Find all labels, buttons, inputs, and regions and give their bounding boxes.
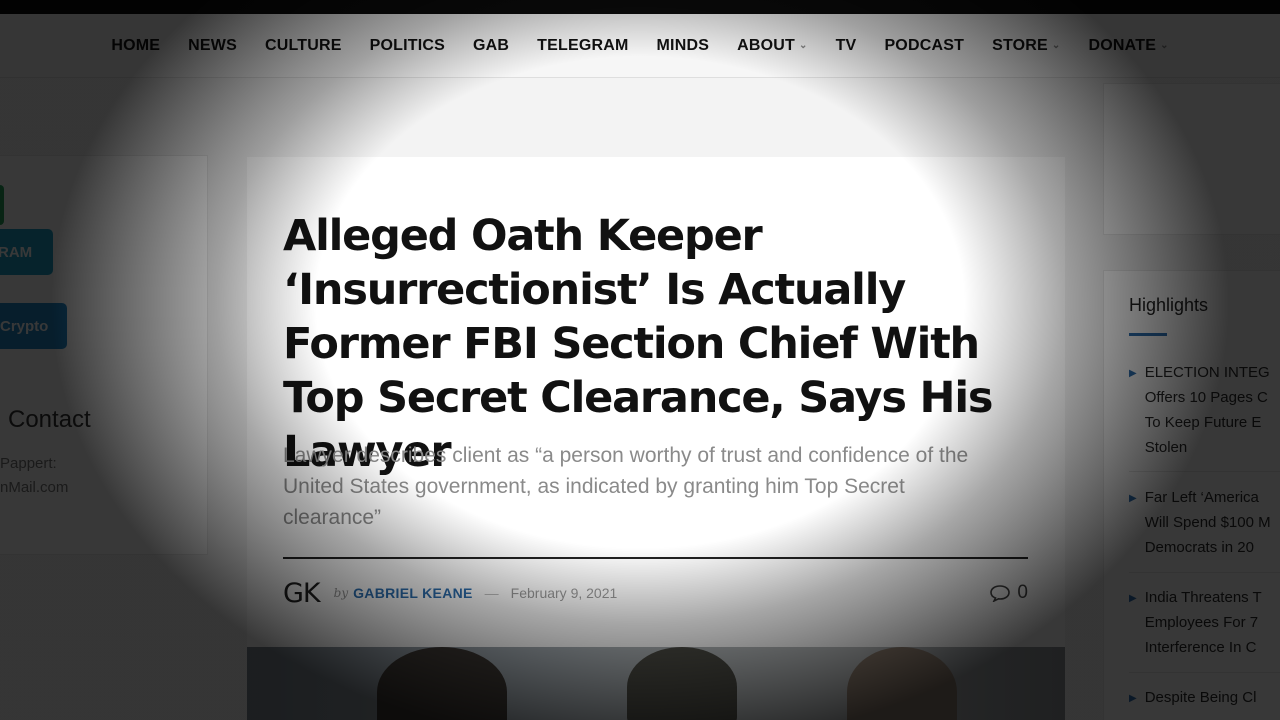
telegram-button[interactable]: RAM (0, 229, 53, 275)
article-hero-image (247, 647, 1065, 720)
nav-item-home[interactable]: HOME (111, 37, 160, 55)
hero-figure (627, 647, 737, 720)
highlight-line: Offers 10 Pages C (1144, 389, 1268, 406)
nav-label: TELEGRAM (537, 36, 629, 54)
meta-divider (283, 557, 1028, 559)
nav-label: TV (835, 36, 857, 54)
nav-item-culture[interactable]: CULTURE (265, 37, 342, 55)
highlight-item[interactable]: ▶ Far Left ‘America Will Spend $100 M De… (1129, 485, 1280, 560)
nav-item-podcast[interactable]: PODCAST (884, 37, 964, 55)
nav-item-tv[interactable]: TV (836, 37, 857, 55)
highlight-line: Far Left ‘America (1144, 489, 1259, 506)
highlight-separator (1129, 572, 1280, 573)
nav-label: NEWS (188, 36, 237, 54)
highlight-line: Stolen (1144, 439, 1188, 456)
nav-item-gab[interactable]: GAB (473, 37, 509, 55)
contact-email[interactable]: nMail.com (0, 479, 68, 496)
highlight-line: To Keep Future E (1144, 414, 1262, 431)
nav-label: HOME (111, 36, 161, 54)
highlight-line: Interference In C (1144, 639, 1257, 656)
green-social-button[interactable] (0, 185, 4, 225)
author-link[interactable]: GABRIEL KEANE (353, 585, 473, 601)
nav-item-donate[interactable]: DONATE ⌄ (1089, 37, 1169, 55)
hero-figure (377, 647, 507, 720)
chevron-down-icon: ⌄ (798, 40, 808, 51)
comment-icon (990, 585, 1011, 602)
chevron-down-icon: ⌄ (1160, 40, 1169, 51)
nav-item-news[interactable]: NEWS (188, 37, 237, 55)
nav-label: STORE (992, 36, 1048, 54)
triangle-right-icon: ▶ (1129, 368, 1137, 379)
article-subheadline: Lawyer describes client as “a person wor… (283, 444, 969, 529)
comments-link[interactable]: 0 (989, 582, 1028, 604)
comment-count: 0 (1017, 582, 1028, 603)
triangle-right-icon: ▶ (1129, 493, 1137, 504)
author-avatar[interactable]: GK (283, 578, 321, 609)
chevron-down-icon: ⌄ (1051, 40, 1061, 51)
right-sidebar-widget (1103, 83, 1280, 235)
post-date: February 9, 2021 (510, 585, 618, 601)
triangle-right-icon: ▶ (1129, 693, 1137, 704)
nav-label: ABOUT (737, 36, 795, 54)
nav-label: GAB (473, 36, 510, 54)
highlight-item[interactable]: ▶ India Threatens T Employees For 7 Inte… (1129, 585, 1280, 660)
highlights-title: Highlights (1129, 295, 1209, 315)
nav-label: PODCAST (884, 36, 965, 54)
highlight-line: Employees For 7 (1144, 614, 1259, 631)
highlights-widget: Highlights ▶ ELECTION INTEG Offers 10 Pa… (1103, 270, 1280, 720)
highlights-underline (1129, 333, 1167, 336)
telegram-button-label: RAM (0, 243, 33, 261)
nav-item-minds[interactable]: MINDS (657, 37, 710, 55)
highlight-line: India Threatens T (1144, 589, 1262, 606)
nav-label: CULTURE (264, 36, 342, 54)
nav-item-store[interactable]: STORE ⌄ (992, 37, 1060, 55)
nav-label: MINDS (656, 36, 710, 54)
highlight-line: Despite Being Cl (1144, 689, 1257, 706)
article-card: Alleged Oath Keeper ‘Insurrectionist’ Is… (247, 157, 1065, 647)
by-label: by (333, 586, 349, 600)
article-meta: GK by GABRIEL KEANE — February 9, 2021 0 (283, 573, 1028, 613)
highlight-line: ELECTION INTEG (1144, 364, 1270, 381)
crypto-button[interactable]: Crypto (0, 303, 67, 349)
nav-item-politics[interactable]: POLITICS (370, 37, 445, 55)
highlight-separator (1129, 672, 1280, 673)
triangle-right-icon: ▶ (1129, 593, 1137, 604)
highlight-line: Democrats in 20 (1144, 539, 1254, 556)
contact-name: Pappert: (0, 455, 57, 472)
contact-heading: Contact (8, 406, 91, 433)
nav-item-about[interactable]: ABOUT ⌄ (737, 37, 807, 55)
crypto-button-label: Crypto (0, 317, 49, 335)
highlight-item[interactable]: ▶ ELECTION INTEG Offers 10 Pages C To Ke… (1129, 360, 1280, 460)
hero-figure (847, 647, 957, 720)
highlight-line: Will Spend $100 M (1144, 514, 1271, 531)
article-headline: Alleged Oath Keeper ‘Insurrectionist’ Is… (283, 211, 993, 477)
meta-separator: — (484, 585, 499, 601)
main-nav: HOME NEWS CULTURE POLITICS GAB TELEGRAM … (0, 14, 1280, 78)
highlight-separator (1129, 471, 1280, 472)
nav-label: POLITICS (369, 36, 445, 54)
nav-label: DONATE (1088, 36, 1157, 54)
top-bar (0, 0, 1280, 14)
highlight-item[interactable]: ▶ Despite Being Cl (1129, 685, 1280, 711)
nav-item-telegram[interactable]: TELEGRAM (537, 37, 628, 55)
